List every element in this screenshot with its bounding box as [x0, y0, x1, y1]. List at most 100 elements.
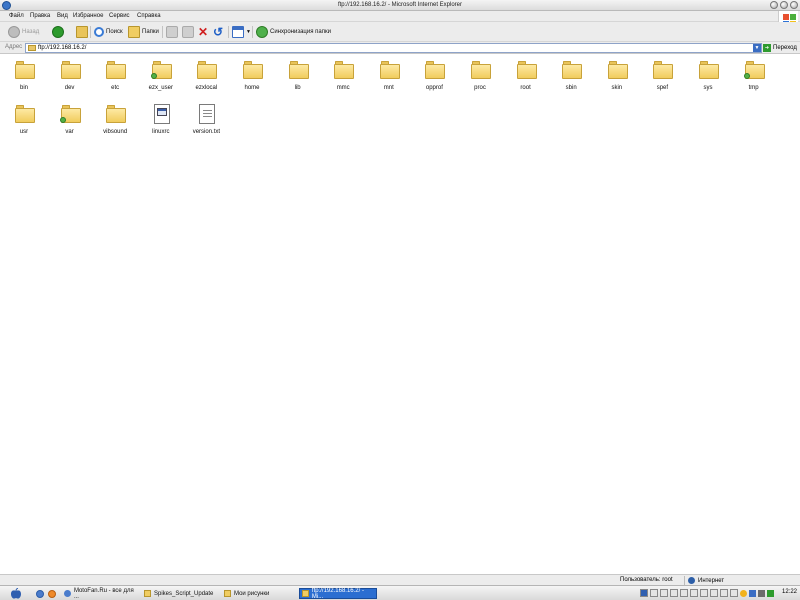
- show-desktop-icon[interactable]: [36, 590, 44, 598]
- toolbar: Назад Поиск Папки ✕ ↺ ▼ Синхронизация па…: [0, 22, 800, 42]
- language-bar: [640, 589, 738, 597]
- file-view[interactable]: bin dev etc ezx_user ezxlocal home lib mmc mnt op…: [0, 55, 800, 574]
- tray-tool-icon[interactable]: [660, 589, 668, 597]
- taskbar-clock: 12:22: [781, 589, 797, 595]
- title-bar: ftp://192.168.16.2/ - Microsoft Internet…: [0, 0, 800, 11]
- folder-item[interactable]: mnt: [371, 55, 407, 95]
- folder-icon: [379, 61, 400, 79]
- start-apple-icon[interactable]: [10, 588, 22, 599]
- close-button[interactable]: [790, 1, 798, 9]
- volume-tray-icon[interactable]: [758, 590, 765, 597]
- menu-tools[interactable]: Сервис: [109, 13, 130, 19]
- address-input[interactable]: ftp://192.168.16.2/ ▼: [25, 43, 762, 53]
- folder-item[interactable]: home: [234, 55, 270, 95]
- maximize-button[interactable]: [780, 1, 788, 9]
- menu-favorites[interactable]: Избранное: [73, 13, 103, 19]
- folder-item[interactable]: etc: [97, 55, 133, 95]
- tray-tool-icon[interactable]: [670, 589, 678, 597]
- sync-icon: [256, 26, 268, 38]
- folder-icon: [15, 105, 35, 123]
- ftp-task-icon: [302, 590, 309, 597]
- folder-item[interactable]: bin: [6, 55, 42, 95]
- task-spikes-script[interactable]: Spikes_Script_Update: [142, 588, 220, 599]
- folder-item[interactable]: spef: [644, 55, 680, 95]
- tray-tool-icon[interactable]: [690, 589, 698, 597]
- tray-tool-icon[interactable]: [680, 589, 688, 597]
- folder-icon: [243, 61, 263, 79]
- item-label: proc: [474, 85, 486, 91]
- menu-edit[interactable]: Правка: [30, 13, 50, 19]
- menu-file[interactable]: Файл: [9, 13, 24, 19]
- item-label: spef: [656, 85, 669, 91]
- menu-view[interactable]: Вид: [57, 13, 68, 19]
- folder-item[interactable]: tmp: [736, 55, 772, 95]
- menu-help[interactable]: Справка: [137, 13, 161, 19]
- menu-bar: Файл Правка Вид Избранное Сервис Справка: [0, 11, 800, 22]
- copy-to-icon: [182, 26, 194, 38]
- ftp-folder-icon: [28, 45, 36, 51]
- folder-item[interactable]: skin: [599, 55, 635, 95]
- views-button[interactable]: ▼: [232, 25, 251, 39]
- sync-folder-button[interactable]: Синхронизация папки: [256, 25, 331, 39]
- folder-item[interactable]: usr: [6, 99, 42, 139]
- folder-icon: [471, 61, 491, 79]
- forward-button[interactable]: [52, 25, 64, 39]
- file-item[interactable]: linuxrc: [143, 99, 179, 139]
- shared-folder-icon: [743, 61, 765, 79]
- go-button[interactable]: ➜ Переход: [763, 43, 797, 53]
- folder-icon: [562, 61, 583, 79]
- undo-icon: ↺: [213, 25, 224, 39]
- minimize-button[interactable]: [770, 1, 778, 9]
- folder-item[interactable]: ezxlocal: [188, 55, 224, 95]
- folder-item[interactable]: proc: [462, 55, 498, 95]
- folder-item[interactable]: vibsound: [97, 99, 133, 139]
- delete-button[interactable]: ✕: [198, 25, 208, 39]
- address-bar: Адрес ftp://192.168.16.2/ ▼ ➜ Переход: [0, 42, 800, 54]
- item-label: ezxlocal: [195, 85, 218, 91]
- internet-zone-icon: [688, 577, 695, 584]
- folder-item[interactable]: dev: [52, 55, 88, 95]
- search-button[interactable]: Поиск: [94, 25, 123, 39]
- folders-icon: [128, 26, 140, 38]
- item-label: home: [244, 85, 260, 91]
- file-item[interactable]: version.txt: [188, 99, 224, 139]
- task-my-pictures[interactable]: Мои рисунки: [222, 588, 296, 599]
- task-ftp-explorer[interactable]: ftp://192.168.16.2/ - Mi...: [299, 588, 377, 600]
- language-icon[interactable]: [640, 589, 648, 597]
- tray-tool-icon[interactable]: [650, 589, 658, 597]
- copy-to-button[interactable]: [182, 25, 194, 39]
- address-dropdown-icon[interactable]: ▼: [753, 44, 761, 52]
- security-tray-icon[interactable]: [767, 590, 774, 597]
- status-bar: Пользователь: root Интернет: [0, 574, 800, 585]
- item-label: skin: [611, 85, 623, 91]
- task-motofan[interactable]: MotoFan.Ru - все для ...: [62, 588, 140, 600]
- folder-item[interactable]: ezx_user: [143, 55, 179, 95]
- tray-tool-icon[interactable]: [720, 589, 728, 597]
- folder-icon: [653, 61, 674, 79]
- application-file-icon: [153, 104, 170, 124]
- item-label: sbin: [565, 85, 577, 91]
- tray-tool-icon[interactable]: [700, 589, 708, 597]
- folder-icon: [425, 61, 446, 79]
- text-file-icon: [199, 104, 216, 124]
- back-button[interactable]: Назад: [8, 25, 39, 39]
- tray-tool-icon[interactable]: [730, 589, 738, 597]
- network-tray-icon[interactable]: [749, 590, 756, 597]
- folder-item[interactable]: sbin: [553, 55, 589, 95]
- folder-item[interactable]: lib: [280, 55, 316, 95]
- undo-button[interactable]: ↺: [213, 25, 223, 39]
- up-folder-button[interactable]: [76, 25, 88, 39]
- move-to-button[interactable]: [166, 25, 178, 39]
- browser-quick-icon[interactable]: [48, 590, 56, 598]
- smiley-tray-icon[interactable]: [740, 590, 747, 597]
- folder-item[interactable]: mmc: [325, 55, 361, 95]
- folder-item[interactable]: sys: [690, 55, 726, 95]
- toolbar-separator: [228, 26, 229, 38]
- folder-item[interactable]: root: [508, 55, 544, 95]
- folder-item[interactable]: var: [52, 99, 88, 139]
- toolbar-separator: [162, 26, 163, 38]
- status-user: Пользователь: root: [620, 577, 673, 583]
- tray-tool-icon[interactable]: [710, 589, 718, 597]
- folder-item[interactable]: opprof: [416, 55, 452, 95]
- folders-button[interactable]: Папки: [128, 25, 159, 39]
